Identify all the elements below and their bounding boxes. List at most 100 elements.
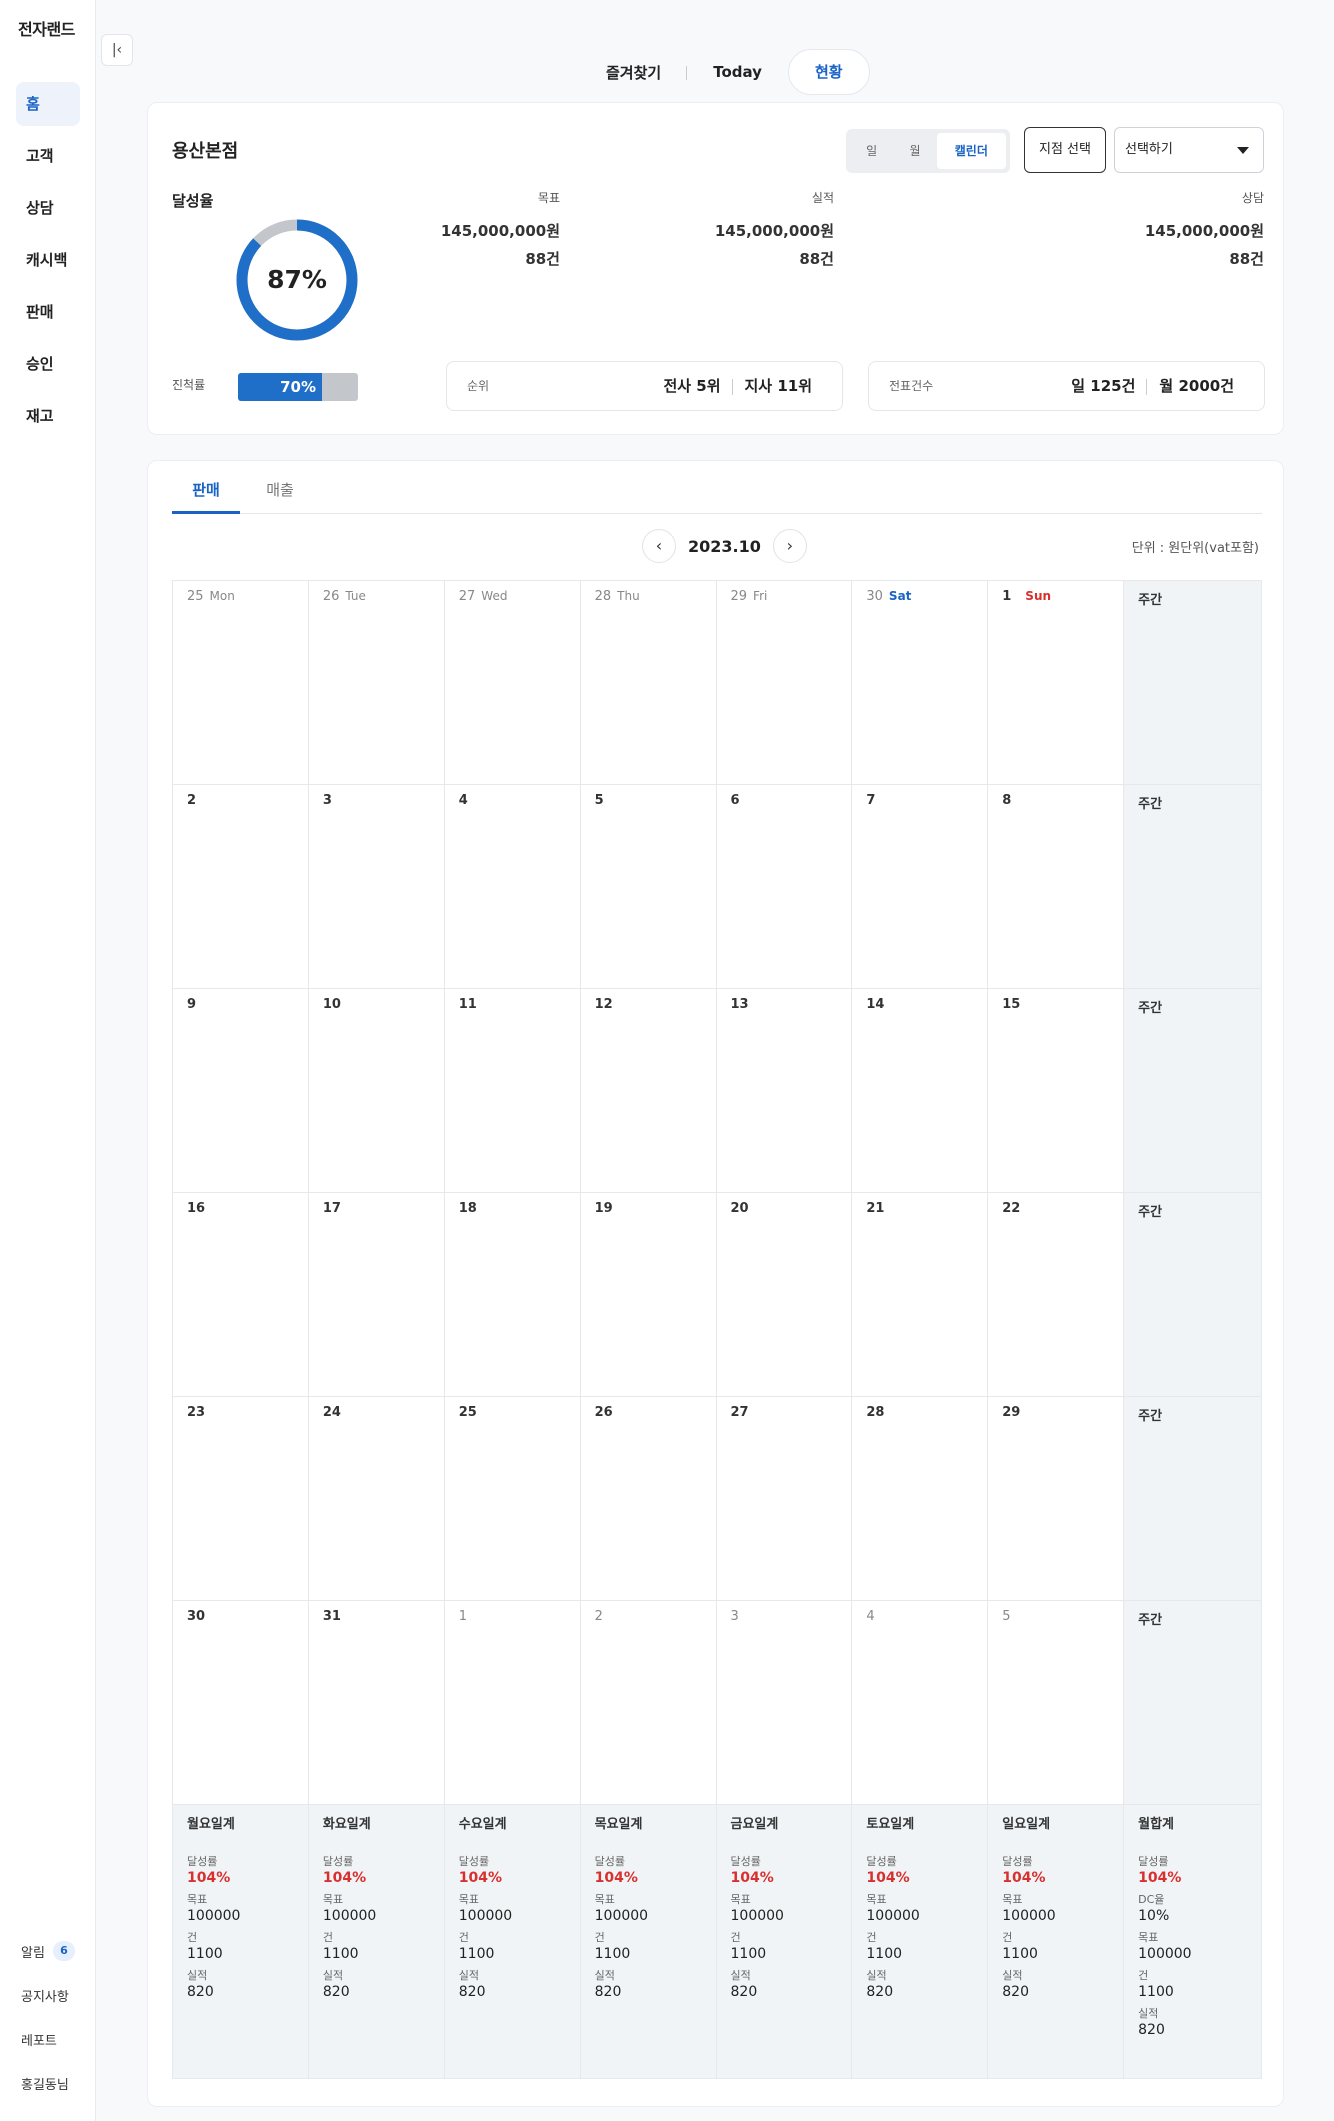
weekly-total-cell[interactable]: 주간 — [1124, 1397, 1262, 1601]
calendar-day-cell[interactable]: 22 — [988, 1193, 1125, 1397]
caret-down-icon — [1237, 147, 1249, 154]
calendar-day-cell[interactable]: 5 — [988, 1601, 1125, 1805]
sidebar-item-customer[interactable]: 고객 — [16, 134, 80, 178]
calendar-day-cell[interactable]: 29 Fri — [716, 581, 853, 785]
calendar-day-cell[interactable]: 14 — [852, 989, 989, 1193]
sidebar-item-home[interactable]: 홈 — [16, 82, 80, 126]
count-value: 1100 — [594, 1946, 631, 1962]
calendar-day-cell[interactable]: 5 — [580, 785, 717, 989]
calendar-day-cell[interactable]: 26 — [580, 1397, 717, 1601]
sidebar-nav: 홈 고객 상담 캐시백 판매 승인 재고 — [16, 82, 80, 446]
calendar-day-cell[interactable]: 4 — [444, 785, 581, 989]
calendar-day-cell[interactable]: 24 — [308, 1397, 445, 1601]
user-name[interactable]: 홍길동님 — [21, 2061, 75, 2105]
calendar-day-cell[interactable]: 28 Thu — [580, 581, 717, 785]
day-number: 5 — [594, 793, 604, 808]
day-number: 2 — [594, 1609, 603, 1624]
alerts-count-badge: 6 — [52, 1941, 75, 1961]
calendar-day-cell[interactable]: 29 — [988, 1397, 1125, 1601]
calendar-day-cell[interactable]: 9 — [173, 989, 309, 1193]
calendar-summary-row: 월요일계 달성률 104% 목표 100000 건 1100 실적 820 화요일계 달성률 104%… — [173, 1805, 1262, 2079]
stat-consult-count: 88건 — [1229, 250, 1264, 268]
calendar-day-cell[interactable]: 8 — [988, 785, 1125, 989]
calendar-day-cell[interactable]: 28 — [852, 1397, 989, 1601]
calendar-day-cell[interactable]: 1 Sun — [988, 581, 1125, 785]
target-value: 100000 — [458, 1908, 513, 1924]
calendar-day-cell[interactable]: 2 — [173, 785, 309, 989]
tab-sales[interactable]: 판매 — [172, 479, 240, 514]
weekly-total-cell[interactable]: 주간 — [1124, 989, 1262, 1193]
sidebar-item-inventory[interactable]: 재고 — [16, 394, 80, 438]
day-summary-cell: 수요일계 달성률 104% 목표 100000 건 1100 실적 820 — [444, 1805, 581, 2079]
weekly-total-cell[interactable]: 주간 — [1124, 785, 1262, 989]
tab-favorites[interactable]: 즐겨찾기 — [580, 62, 688, 83]
calendar-tabs: 판매 매출 — [172, 461, 1262, 514]
branch-dropdown[interactable]: 선택하기 — [1114, 127, 1264, 173]
calendar-day-cell[interactable]: 31 — [308, 1601, 445, 1805]
rate-label: 달성률 — [730, 1855, 761, 1868]
calendar-day-cell[interactable]: 15 — [988, 989, 1125, 1193]
prev-month-button[interactable]: ‹ — [642, 529, 676, 563]
calendar-day-cell[interactable]: 13 — [716, 989, 853, 1193]
calendar-day-cell[interactable]: 25 Mon — [173, 581, 309, 785]
collapse-sidebar-button[interactable]: |‹ — [101, 34, 133, 66]
calendar-day-cell[interactable]: 21 — [852, 1193, 989, 1397]
calendar-day-cell[interactable]: 27 — [716, 1397, 853, 1601]
calendar-day-cell[interactable]: 12 — [580, 989, 717, 1193]
count-value: 1100 — [1002, 1946, 1038, 1962]
day-name: Thu — [617, 589, 640, 603]
brand-logo[interactable]: 전자랜드 — [18, 16, 75, 40]
target-label: 목표 — [1002, 1893, 1023, 1906]
calendar-week-row: 30 31 1 2 3 4 5 주간 — [173, 1601, 1262, 1805]
actual-value: 820 — [322, 1984, 350, 2000]
target-label: 목표 — [594, 1893, 615, 1906]
calendar-day-cell[interactable]: 3 — [308, 785, 445, 989]
actual-value: 820 — [1138, 2022, 1165, 2038]
sidebar-item-consult[interactable]: 상담 — [16, 186, 80, 230]
sidebar-item-notice[interactable]: 공지사항 — [21, 1973, 75, 2017]
unit-label: 단위 : 원단위(vat포함) — [1131, 541, 1259, 556]
calendar-day-cell[interactable]: 30 Sat — [852, 581, 989, 785]
branch-select-button[interactable]: 지점 선택 — [1024, 127, 1106, 173]
calendar-day-cell[interactable]: 27 Wed — [444, 581, 581, 785]
calendar-day-cell[interactable]: 6 — [716, 785, 853, 989]
month-navigator: ‹ 2023.10 › — [642, 529, 807, 563]
tab-revenue[interactable]: 매출 — [250, 479, 310, 514]
stat-actual: 실적 145,000,000원 88건 — [694, 189, 834, 273]
sidebar-item-sales[interactable]: 판매 — [16, 290, 80, 334]
calendar-day-cell[interactable]: 2 — [580, 1601, 717, 1805]
calendar-day-cell[interactable]: 10 — [308, 989, 445, 1193]
calendar-day-cell[interactable]: 26 Tue — [308, 581, 445, 785]
calendar-day-cell[interactable]: 17 — [308, 1193, 445, 1397]
tab-status[interactable]: 현황 — [787, 49, 870, 95]
sidebar-item-report[interactable]: 레포트 — [21, 2017, 75, 2061]
calendar-day-cell[interactable]: 25 — [444, 1397, 581, 1601]
calendar-day-cell[interactable]: 4 — [852, 1601, 989, 1805]
calendar-day-cell[interactable]: 7 — [852, 785, 989, 989]
calendar-day-cell[interactable]: 1 — [444, 1601, 581, 1805]
calendar-day-cell[interactable]: 23 — [173, 1397, 309, 1601]
sidebar-item-alerts[interactable]: 알림 6 — [21, 1929, 75, 1973]
view-month-button[interactable]: 월 — [893, 133, 936, 169]
weekly-total-cell[interactable]: 주간 — [1124, 1193, 1262, 1397]
view-calendar-button[interactable]: 캘린더 — [936, 133, 1006, 169]
branch-dropdown-value: 선택하기 — [1125, 142, 1173, 157]
weekly-total-cell[interactable]: 주간 — [1124, 581, 1262, 785]
day-number: 21 — [866, 1201, 885, 1216]
weekly-total-cell[interactable]: 주간 — [1124, 1601, 1262, 1805]
calendar-day-cell[interactable]: 16 — [173, 1193, 309, 1397]
calendar-day-cell[interactable]: 3 — [716, 1601, 853, 1805]
sidebar-item-approval[interactable]: 승인 — [16, 342, 80, 386]
calendar-day-cell[interactable]: 11 — [444, 989, 581, 1193]
sidebar-item-cashback[interactable]: 캐시백 — [16, 238, 80, 282]
next-month-button[interactable]: › — [772, 529, 807, 563]
calendar-day-cell[interactable]: 30 — [173, 1601, 309, 1805]
day-number: 3 — [322, 793, 332, 808]
summary-title: 토요일계 — [866, 1817, 915, 1832]
day-number: 28 — [866, 1405, 885, 1420]
tab-today[interactable]: Today — [687, 63, 788, 81]
calendar-day-cell[interactable]: 18 — [444, 1193, 581, 1397]
view-day-button[interactable]: 일 — [850, 133, 893, 169]
calendar-day-cell[interactable]: 20 — [716, 1193, 853, 1397]
calendar-day-cell[interactable]: 19 — [580, 1193, 717, 1397]
